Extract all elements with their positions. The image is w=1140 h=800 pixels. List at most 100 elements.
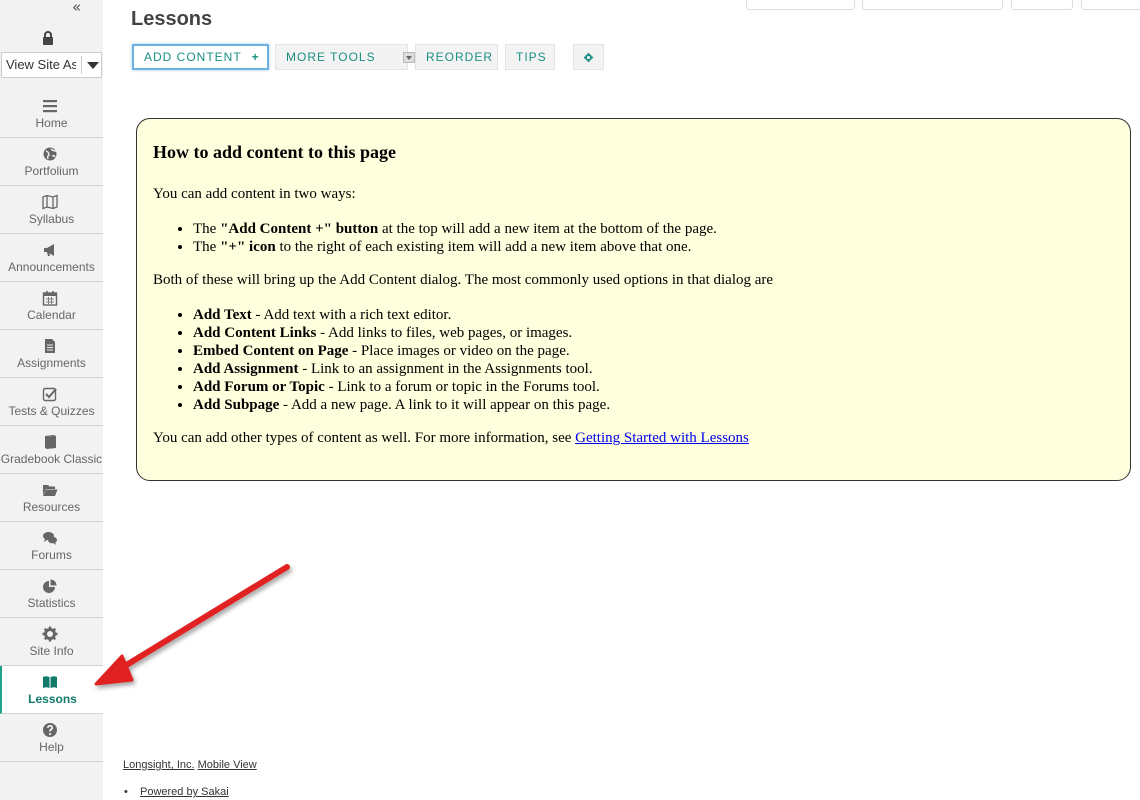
top-button[interactable] xyxy=(862,0,1003,10)
calendar-icon xyxy=(42,291,58,306)
sidebar-item-help[interactable]: Help xyxy=(0,714,103,762)
sidebar-item-label: Site Info xyxy=(29,644,74,658)
list-item-bold: Add Assignment xyxy=(193,361,299,377)
sidebar-item-calendar[interactable]: Calendar xyxy=(0,282,103,330)
company-link[interactable]: Longsight, Inc. xyxy=(123,759,195,771)
sidebar-item-label: Forums xyxy=(31,548,72,562)
list-item-bold: Add Forum or Topic xyxy=(193,379,325,395)
list-item-prefix: The xyxy=(193,221,221,237)
sidebar-item-label: Lessons xyxy=(28,692,77,706)
tips-button[interactable]: TIPS xyxy=(505,44,555,70)
add-content-button[interactable]: ADD CONTENT + xyxy=(132,44,269,70)
powered-by-link[interactable]: Powered by Sakai xyxy=(140,786,229,798)
top-button[interactable] xyxy=(1011,0,1073,10)
sidebar-item-label: Portfolium xyxy=(24,164,79,178)
document-icon xyxy=(45,339,55,353)
sidebar-item-gradebook-classic[interactable]: Gradebook Classic xyxy=(0,426,103,474)
options-list: Add Text - Add text with a rich text edi… xyxy=(193,306,610,414)
list-icon xyxy=(43,100,57,113)
mobile-view-link[interactable]: Mobile View xyxy=(198,759,257,771)
list-item-bold: "+" icon xyxy=(220,239,276,255)
list-item-bold: Embed Content on Page xyxy=(193,343,349,359)
collapse-sidebar-icon[interactable]: « xyxy=(72,0,81,16)
tips-label: TIPS xyxy=(516,50,547,64)
list-item: The "Add Content +" button at the top wi… xyxy=(193,220,717,238)
sidebar-item-site-info[interactable]: Site Info xyxy=(0,618,103,666)
sidebar-item-announcements[interactable]: Announcements xyxy=(0,234,103,282)
help-heading: How to add content to this page xyxy=(153,142,397,162)
help-dialog-text: Both of these will bring up the Add Cont… xyxy=(153,272,774,288)
sidebar-item-label: Tests & Quizzes xyxy=(8,404,95,418)
list-item-bold: Add Content Links xyxy=(193,325,317,341)
select-divider xyxy=(81,56,82,74)
sidebar-item-label: Calendar xyxy=(27,308,76,322)
more-tools-button[interactable]: MORE TOOLS xyxy=(275,44,415,70)
sidebar-item-label: Gradebook Classic xyxy=(0,452,103,466)
globe-icon xyxy=(43,147,57,161)
more-tools-label: MORE TOOLS xyxy=(286,50,376,64)
reorder-label: REORDER xyxy=(426,50,494,64)
gear-icon xyxy=(584,53,593,62)
help-more-text: You can add other types of content as we… xyxy=(153,430,576,446)
open-book-icon xyxy=(43,676,57,688)
powered-by-item: Powered by Sakai xyxy=(124,786,229,798)
sidebar-item-assignments[interactable]: Assignments xyxy=(0,330,103,378)
sidebar-item-label: Statistics xyxy=(27,596,76,610)
gear-icon xyxy=(42,626,58,642)
help-more-info: You can add other types of content as we… xyxy=(153,430,749,447)
lock-icon xyxy=(43,31,53,45)
sidebar-item-label: Resources xyxy=(22,500,81,514)
sidebar-item-lessons[interactable]: Lessons xyxy=(0,666,103,714)
sidebar-item-tests-quizzes[interactable]: Tests & Quizzes xyxy=(0,378,103,426)
chat-icon xyxy=(43,532,57,545)
list-item-text: - Add a new page. A link to it will appe… xyxy=(279,397,611,413)
checkbox-icon xyxy=(42,387,57,402)
settings-button[interactable] xyxy=(573,44,604,70)
list-item-text: - Add links to files, web pages, or imag… xyxy=(316,325,573,341)
sidebar-item-portfolium[interactable]: Portfolium xyxy=(0,138,103,186)
sidebar-item-label: Home xyxy=(35,116,68,130)
chevron-down-icon xyxy=(403,52,415,63)
sidebar-item-syllabus[interactable]: Syllabus xyxy=(0,186,103,234)
sidebar-item-home[interactable]: Home xyxy=(0,90,103,138)
tool-nav: Home Portfolium Syllabus Announcements C… xyxy=(0,90,103,762)
megaphone-icon xyxy=(44,244,54,256)
list-item: Add Assignment - Link to an assignment i… xyxy=(193,360,610,378)
list-item-text: - Add text with a rich text editor. xyxy=(251,307,452,323)
view-site-as-select[interactable]: View Site As xyxy=(1,52,102,78)
list-item-text: - Place images or video on the page. xyxy=(348,343,570,359)
list-item-bold: "Add Content +" button xyxy=(220,221,379,237)
sidebar-item-forums[interactable]: Forums xyxy=(0,522,103,570)
list-item-prefix: The xyxy=(193,239,221,255)
list-item: The "+" icon to the right of each existi… xyxy=(193,238,717,256)
add-content-help-box: How to add content to this page You can … xyxy=(136,118,1131,481)
sidebar-item-statistics[interactable]: Statistics xyxy=(0,570,103,618)
map-icon xyxy=(42,194,58,210)
top-button[interactable] xyxy=(1081,0,1140,10)
sidebar-item-label: Announcements xyxy=(8,260,95,274)
question-icon xyxy=(43,723,57,737)
getting-started-link[interactable]: Getting Started with Lessons xyxy=(575,430,749,446)
help-intro: You can add content in two ways: xyxy=(153,186,356,202)
list-item-text: at the top will add a new item at the bo… xyxy=(378,221,717,237)
add-content-label: ADD CONTENT xyxy=(144,50,242,64)
reorder-button[interactable]: REORDER xyxy=(415,44,498,70)
list-item: Add Content Links - Add links to files, … xyxy=(193,324,610,342)
list-item-text: to the right of each existing item will … xyxy=(275,239,692,255)
page-title: Lessons xyxy=(131,8,213,30)
list-item-bold: Add Text xyxy=(193,307,252,323)
plus-icon: + xyxy=(251,50,260,64)
top-button[interactable] xyxy=(746,0,855,10)
list-item: Add Forum or Topic - Link to a forum or … xyxy=(193,378,610,396)
view-site-as-label: View Site As xyxy=(6,57,76,72)
list-item-text: - Link to an assignment in the Assignmen… xyxy=(298,361,593,377)
chevron-down-icon[interactable] xyxy=(87,62,99,69)
list-item-text: - Link to a forum or topic in the Forums… xyxy=(324,379,600,395)
ways-list: The "Add Content +" button at the top wi… xyxy=(193,220,717,256)
sidebar-item-label: Syllabus xyxy=(28,212,75,226)
sidebar-item-resources[interactable]: Resources xyxy=(0,474,103,522)
sidebar: « View Site As Home Portfolium Syllabus … xyxy=(0,0,103,800)
book-icon xyxy=(45,435,56,449)
list-item: Add Text - Add text with a rich text edi… xyxy=(193,306,610,324)
sidebar-item-label: Help xyxy=(39,740,64,754)
